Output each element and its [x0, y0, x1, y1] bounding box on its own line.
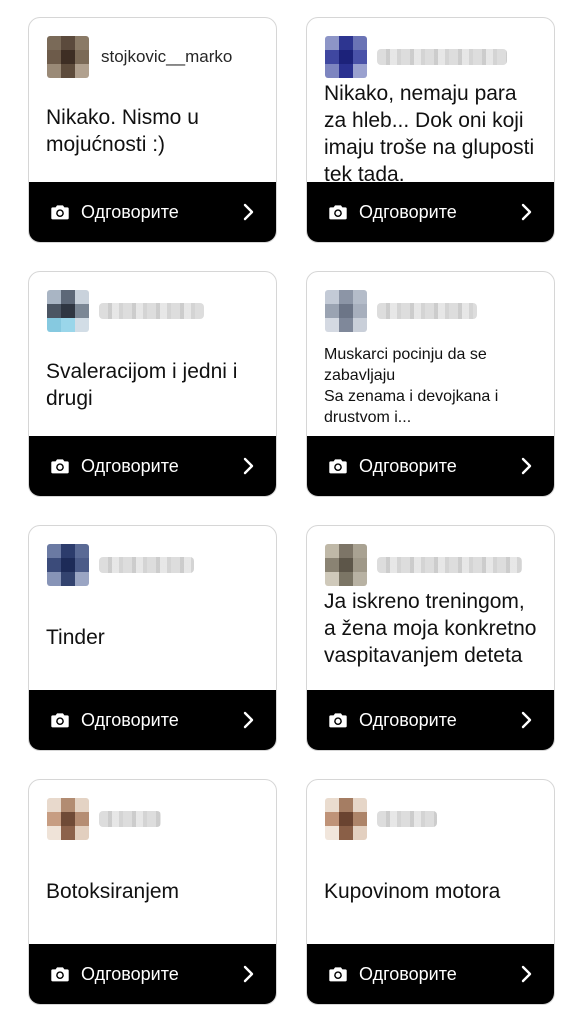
reply-button[interactable]: Одговорите: [29, 944, 276, 1004]
camera-icon: [51, 205, 69, 220]
question-text: Muskarci pocinju da se zabavljaju Sa zen…: [324, 346, 499, 426]
username-blurred[interactable]: [99, 557, 194, 573]
camera-icon: [329, 205, 347, 220]
camera-icon: [329, 713, 347, 728]
username-blurred[interactable]: [99, 303, 204, 319]
question-text: Tinder: [46, 626, 105, 649]
camera-icon: [329, 967, 347, 982]
story-reply-card: Kupovinom motora Одговорите: [306, 779, 555, 1005]
chevron-right-icon: [521, 457, 532, 475]
username-blurred[interactable]: [377, 557, 522, 573]
avatar[interactable]: [325, 544, 367, 586]
question-text: Nikako. Nismo u mojućnosti :): [46, 106, 199, 156]
reply-label: Одговорите: [359, 455, 457, 476]
reply-button[interactable]: Одговорите: [307, 690, 554, 750]
question-text: Ja iskreno treningom, a žena moja konkre…: [324, 590, 537, 667]
question-text: Botoksiranjem: [46, 880, 180, 903]
camera-icon: [329, 459, 347, 474]
story-reply-card: Muskarci pocinju da se zabavljaju Sa zen…: [306, 271, 555, 497]
reply-label: Одговорите: [359, 201, 457, 222]
card-header: stojkovic__marko: [47, 36, 266, 78]
avatar[interactable]: [325, 798, 367, 840]
reply-label: Одговорите: [359, 709, 457, 730]
reply-button[interactable]: Одговорите: [29, 182, 276, 242]
story-reply-card: Nikako, nemaju para za hleb... Dok oni k…: [306, 17, 555, 243]
story-reply-card: Botoksiranjem Одговорите: [28, 779, 277, 1005]
card-header: [325, 798, 544, 840]
avatar[interactable]: [47, 36, 89, 78]
question-text: Svaleracijom i jedni i drugi: [46, 360, 238, 410]
story-reply-card: Svaleracijom i jedni i drugi Одговорите: [28, 271, 277, 497]
username-blurred[interactable]: [377, 811, 437, 827]
chevron-right-icon: [521, 711, 532, 729]
story-reply-card: Tinder Одговорите: [28, 525, 277, 751]
reply-label: Одговорите: [81, 201, 179, 222]
card-header: [47, 290, 266, 332]
chevron-right-icon: [521, 203, 532, 221]
reply-label: Одговорите: [359, 963, 457, 984]
username-blurred[interactable]: [377, 49, 507, 65]
reply-button[interactable]: Одговорите: [307, 436, 554, 496]
card-header: [47, 798, 266, 840]
reply-label: Одговорите: [81, 963, 179, 984]
username-blurred[interactable]: [99, 811, 161, 827]
story-reply-card: Ja iskreno treningom, a žena moja konkre…: [306, 525, 555, 751]
reply-button[interactable]: Одговорите: [307, 182, 554, 242]
story-reply-card: stojkovic__marko Nikako. Nismo u mojućno…: [28, 17, 277, 243]
card-header: [325, 290, 544, 332]
camera-icon: [51, 967, 69, 982]
reply-button[interactable]: Одговорите: [307, 944, 554, 1004]
reply-button[interactable]: Одговорите: [29, 690, 276, 750]
chevron-right-icon: [243, 711, 254, 729]
reply-label: Одговорите: [81, 455, 179, 476]
chevron-right-icon: [521, 965, 532, 983]
reply-button[interactable]: Одговорите: [29, 436, 276, 496]
question-text: Kupovinom motora: [324, 880, 501, 903]
camera-icon: [51, 459, 69, 474]
card-header: [325, 36, 544, 78]
username-blurred[interactable]: [377, 303, 477, 319]
chevron-right-icon: [243, 203, 254, 221]
camera-icon: [51, 713, 69, 728]
card-header: [325, 544, 544, 586]
avatar[interactable]: [47, 544, 89, 586]
avatar[interactable]: [325, 36, 367, 78]
chevron-right-icon: [243, 457, 254, 475]
avatar[interactable]: [47, 290, 89, 332]
question-text: Nikako, nemaju para za hleb... Dok oni k…: [324, 82, 535, 186]
avatar[interactable]: [47, 798, 89, 840]
reply-label: Одговорите: [81, 709, 179, 730]
avatar[interactable]: [325, 290, 367, 332]
chevron-right-icon: [243, 965, 254, 983]
card-header: [47, 544, 266, 586]
username[interactable]: stojkovic__marko: [101, 47, 232, 67]
